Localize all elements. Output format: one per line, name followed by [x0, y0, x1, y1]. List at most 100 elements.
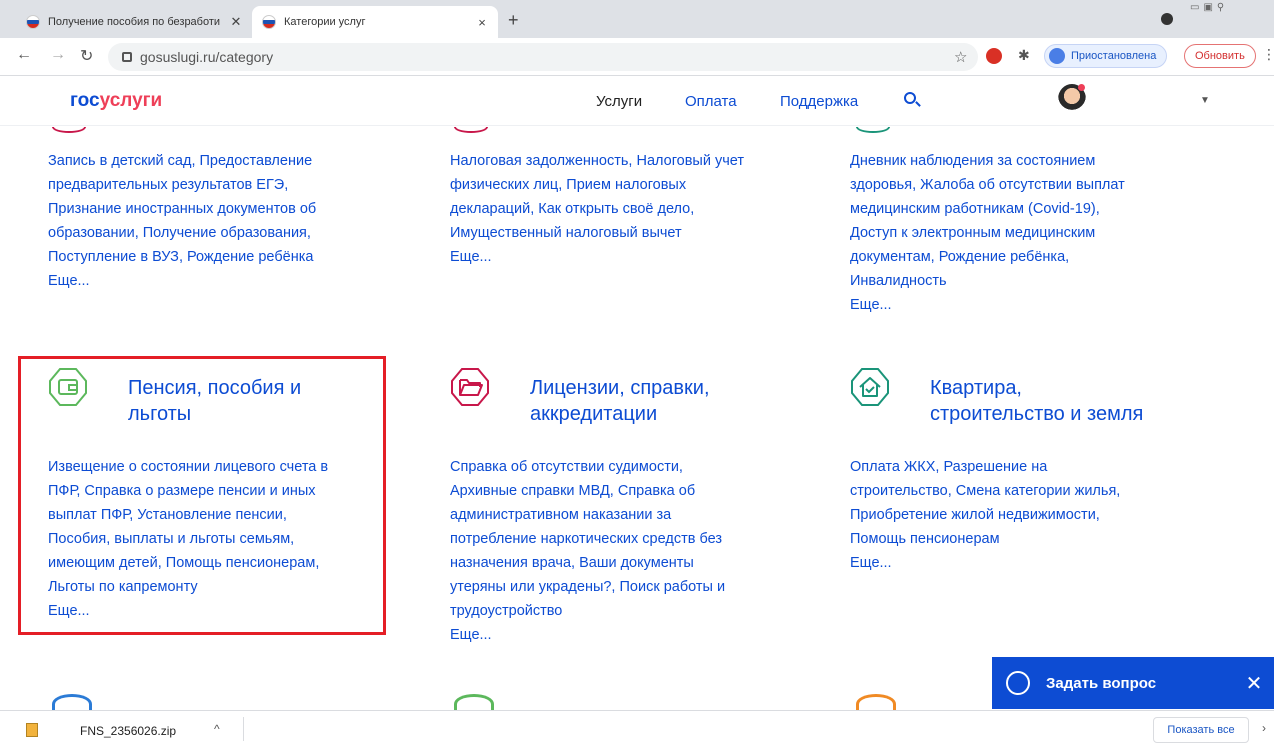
link-line[interactable]: здоровья, Жалоба об отсутствии выплат: [850, 173, 1125, 197]
link-line[interactable]: Архивные справки МВД, Справка об: [450, 479, 725, 503]
browser-tab-2[interactable]: Категории услуг ×: [252, 6, 498, 38]
link-line[interactable]: Инвалидность: [850, 269, 1125, 293]
show-all-button[interactable]: Показать все: [1153, 717, 1249, 743]
puzzle-icon[interactable]: ✱: [1018, 47, 1030, 64]
link-line[interactable]: Помощь пенсионерам: [850, 527, 1120, 551]
ask-question-label[interactable]: Задать вопрос: [1046, 675, 1234, 692]
close-icon[interactable]: ✕: [226, 14, 246, 30]
update-button[interactable]: Обновить: [1184, 44, 1256, 68]
link-line[interactable]: образовании, Получение образования,: [48, 221, 316, 245]
bookmark-star-icon[interactable]: ☆: [954, 48, 978, 66]
logo-part-1: гос: [70, 90, 100, 111]
profile-label: Приостановлена: [1071, 50, 1157, 62]
browser-tab-1[interactable]: Получение пособия по безработи ✕: [16, 6, 252, 38]
site-logo[interactable]: госуслуги: [70, 90, 162, 112]
browser-tabstrip: Получение пособия по безработи ✕ Категор…: [0, 0, 1274, 38]
highlight-box: [18, 356, 386, 635]
category-title-housing[interactable]: Квартира, строительство и земля: [930, 375, 1143, 427]
reload-icon[interactable]: ↻: [80, 46, 93, 66]
more-link[interactable]: Еще...: [850, 555, 892, 571]
link-line[interactable]: назначения врача, Ваши документы: [450, 551, 725, 575]
link-line[interactable]: Дневник наблюдения за состоянием: [850, 149, 1125, 173]
logo-part-2: услуги: [99, 90, 163, 111]
window-controls-icon[interactable]: ▭▣⚲: [1190, 2, 1228, 13]
category-icon-edge: [856, 694, 896, 710]
link-line[interactable]: Приобретение жилой недвижимости,: [850, 503, 1120, 527]
chat-bot-icon: [1006, 671, 1030, 695]
more-link[interactable]: Еще...: [450, 627, 492, 643]
category-links-education[interactable]: Запись в детский сад, Предоставление пре…: [48, 149, 316, 269]
house-icon: [851, 368, 889, 406]
category-links-housing[interactable]: Оплата ЖКХ, Разрешение на строительство,…: [850, 455, 1120, 551]
update-label: Обновить: [1195, 50, 1245, 62]
flag-icon: [26, 15, 40, 29]
address-bar[interactable]: gosuslugi.ru/category ☆: [108, 43, 978, 71]
profile-avatar-icon: [1049, 48, 1065, 64]
ask-question-widget[interactable]: Задать вопрос ✕: [992, 657, 1274, 709]
category-icon-edge: [52, 694, 92, 710]
title-line[interactable]: строительство и земля: [930, 401, 1143, 427]
download-filename[interactable]: FNS_2356026.zip: [80, 724, 176, 738]
new-tab-button[interactable]: +: [508, 10, 519, 31]
url-text: gosuslugi.ru/category: [140, 49, 274, 65]
link-line[interactable]: утеряны или украдены?, Поиск работы и: [450, 575, 725, 599]
category-links-taxes[interactable]: Налоговая задолженность, Налоговый учет …: [450, 149, 744, 245]
link-line[interactable]: Поступление в ВУЗ, Рождение ребёнка: [48, 245, 316, 269]
close-icon[interactable]: ✕: [1234, 671, 1274, 696]
notification-dot-icon: [1078, 84, 1085, 91]
link-line[interactable]: Признание иностранных документов об: [48, 197, 316, 221]
show-all-label: Показать все: [1167, 724, 1235, 736]
close-icon[interactable]: ×: [472, 15, 492, 30]
search-icon[interactable]: [904, 92, 916, 104]
link-line[interactable]: Налоговая задолженность, Налоговый учет: [450, 149, 744, 173]
chevron-down-icon[interactable]: ▼: [1200, 95, 1210, 106]
category-links-health[interactable]: Дневник наблюдения за состоянием здоровь…: [850, 149, 1125, 293]
folder-icon: [451, 368, 489, 406]
lock-icon: [122, 52, 132, 62]
link-line[interactable]: медицинским работникам (Covid-19),: [850, 197, 1125, 221]
zip-file-icon: [26, 723, 38, 737]
profile-button[interactable]: Приостановлена: [1044, 44, 1168, 68]
link-line[interactable]: деклараций, Как открыть своё дело,: [450, 197, 744, 221]
category-title-licenses[interactable]: Лицензии, справки, аккредитации: [530, 375, 710, 427]
extension-icon[interactable]: [986, 48, 1002, 64]
nav-support[interactable]: Поддержка: [780, 93, 858, 110]
divider: [243, 717, 244, 741]
nav-services[interactable]: Услуги: [596, 93, 642, 110]
chevron-up-icon[interactable]: ^: [214, 722, 220, 736]
link-line[interactable]: предварительных результатов ЕГЭ,: [48, 173, 316, 197]
tab-search-icon[interactable]: [1161, 13, 1173, 25]
menu-kebab-icon[interactable]: ⋮: [1262, 46, 1274, 63]
category-icon-edge: [856, 127, 890, 133]
back-arrow-icon[interactable]: ←: [16, 46, 32, 64]
category-links-licenses[interactable]: Справка об отсутствии судимости, Архивны…: [450, 455, 725, 623]
link-line[interactable]: административном наказании за: [450, 503, 725, 527]
downloads-bar: FNS_2356026.zip ^ Показать все ›: [0, 710, 1274, 747]
link-line[interactable]: Оплата ЖКХ, Разрешение на: [850, 455, 1120, 479]
link-line[interactable]: Доступ к электронным медицинским: [850, 221, 1125, 245]
more-link[interactable]: Еще...: [450, 249, 492, 265]
category-icon-edge: [454, 127, 488, 133]
tab-title: Получение пособия по безработи: [48, 16, 221, 28]
more-link[interactable]: Еще...: [48, 273, 90, 289]
forward-arrow-icon[interactable]: →: [50, 46, 66, 64]
link-line[interactable]: документам, Рождение ребёнка,: [850, 245, 1125, 269]
title-line[interactable]: Лицензии, справки,: [530, 375, 710, 401]
link-line[interactable]: потребление наркотических средств без: [450, 527, 725, 551]
browser-toolbar: ← → ↻ gosuslugi.ru/category ☆ ✱ Приостан…: [0, 38, 1274, 76]
flag-icon: [262, 15, 276, 29]
nav-payment[interactable]: Оплата: [685, 93, 737, 110]
link-line[interactable]: Запись в детский сад, Предоставление: [48, 149, 316, 173]
link-line[interactable]: строительство, Смена категории жилья,: [850, 479, 1120, 503]
title-line[interactable]: аккредитации: [530, 401, 710, 427]
category-icon-edge: [52, 127, 86, 133]
category-icon-edge: [454, 694, 494, 710]
more-link[interactable]: Еще...: [850, 297, 892, 313]
title-line[interactable]: Квартира,: [930, 375, 1143, 401]
link-line[interactable]: Справка об отсутствии судимости,: [450, 455, 725, 479]
site-header: госуслуги Услуги Оплата Поддержка ▼: [0, 76, 1274, 126]
link-line[interactable]: Имущественный налоговый вычет: [450, 221, 744, 245]
link-line[interactable]: трудоустройство: [450, 599, 725, 623]
link-line[interactable]: физических лиц, Прием налоговых: [450, 173, 744, 197]
close-icon[interactable]: ›: [1262, 721, 1266, 735]
